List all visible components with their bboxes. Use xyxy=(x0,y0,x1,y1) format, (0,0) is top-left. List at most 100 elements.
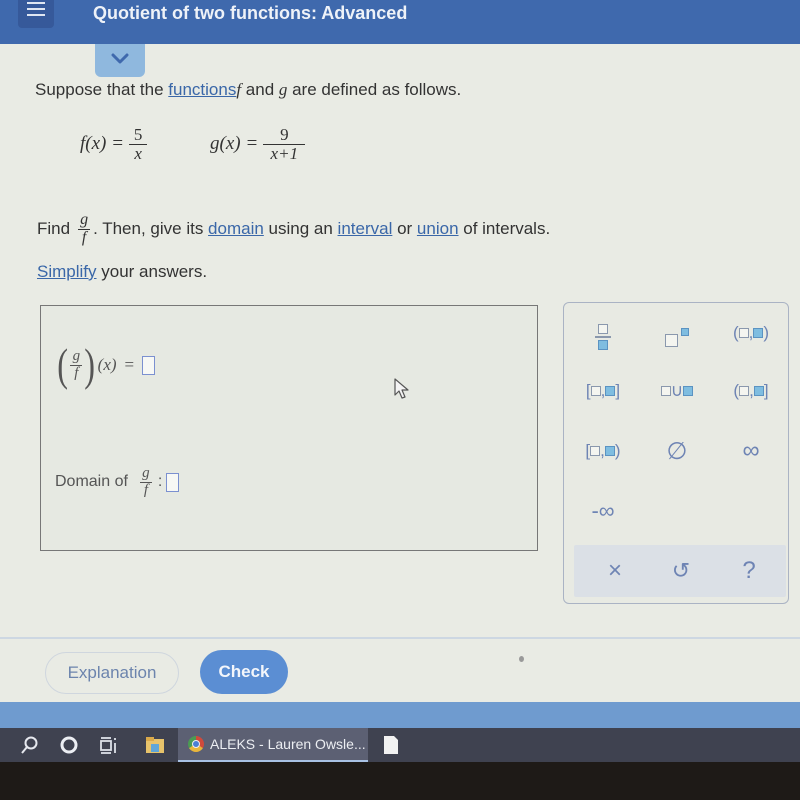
negative-infinity-key[interactable]: -∞ xyxy=(568,491,638,531)
infinity-icon: ∞ xyxy=(742,437,760,464)
your-answers-text: your answers. xyxy=(96,262,208,281)
f-denominator: x xyxy=(134,143,142,163)
help-icon: ? xyxy=(742,557,756,584)
instruction-text: . Then, give its domain using an interva… xyxy=(93,219,550,239)
power-box xyxy=(681,327,689,336)
notepad-taskbar-button[interactable] xyxy=(376,728,406,762)
folder-icon xyxy=(146,737,164,753)
simplify-line: Simplify your answers. xyxy=(37,262,207,282)
domain-row: Domain of g f : xyxy=(55,465,180,499)
right-paren: ) xyxy=(84,339,96,390)
chrome-icon xyxy=(188,736,204,752)
negative-infinity-icon: -∞ xyxy=(591,498,615,523)
right-box xyxy=(753,386,764,396)
interval-link[interactable]: interval xyxy=(338,219,393,238)
fraction-icon xyxy=(595,324,611,350)
task-view-icon xyxy=(100,737,116,754)
open-interval-icon: (,) xyxy=(732,323,770,342)
search-icon xyxy=(21,736,38,754)
domain-link[interactable]: domain xyxy=(208,219,264,238)
undo-button[interactable]: ↺ xyxy=(646,551,716,591)
quotient-fraction: g f xyxy=(70,347,83,382)
exponent-icon xyxy=(665,327,689,347)
f-numerator: 5 xyxy=(133,125,143,144)
hamburger-icon xyxy=(27,2,45,4)
right-box xyxy=(604,446,615,456)
domain-denominator: f xyxy=(143,481,148,498)
task-view-button[interactable] xyxy=(94,728,124,762)
footer-divider xyxy=(0,637,800,639)
instruction-line: Find g f . Then, give its domain using a… xyxy=(37,211,550,247)
cortana-button[interactable] xyxy=(54,728,84,762)
left-box xyxy=(590,386,601,396)
screen-bezel xyxy=(0,762,800,800)
g-definition: g(x) = 9 x+1 xyxy=(210,126,306,163)
keypad-actions: × ↺ ? xyxy=(574,545,786,597)
union-icon: ∪ xyxy=(660,381,694,401)
equals-sign: = xyxy=(124,355,135,374)
file-explorer-button[interactable] xyxy=(140,728,170,762)
page-bottom-bar xyxy=(0,702,800,728)
chevron-down-icon xyxy=(111,53,129,64)
numerator-box xyxy=(598,324,608,335)
functions-link[interactable]: functions xyxy=(168,80,236,99)
empty-set-key[interactable]: ∅ xyxy=(642,431,712,471)
find-text: Find xyxy=(37,219,71,239)
os-taskbar: ALEKS - Lauren Owsle... xyxy=(0,728,800,762)
fraction-key[interactable] xyxy=(568,317,638,357)
menu-button[interactable] xyxy=(18,0,54,28)
left-box xyxy=(739,386,750,396)
simplify-link[interactable]: Simplify xyxy=(37,262,97,281)
quotient-argument: (x) xyxy=(97,355,117,374)
domain-numerator: g xyxy=(142,465,150,481)
explanation-button[interactable]: Explanation xyxy=(45,652,179,694)
intro-after-text: are defined as follows. xyxy=(287,80,462,99)
math-keypad: (,) [,] ∪ (,] [,) ∅ ∞ -∞ × ↺ ? xyxy=(563,302,789,604)
and-text: and xyxy=(241,80,279,99)
fraction-bar xyxy=(595,336,611,338)
help-button[interactable]: ? xyxy=(714,551,784,591)
clear-button[interactable]: × xyxy=(580,551,650,591)
left-open-interval-key[interactable]: (,] xyxy=(716,371,786,411)
closed-interval-key[interactable]: [,] xyxy=(568,371,638,411)
left-open-interval-icon: (,] xyxy=(733,381,769,400)
union-link[interactable]: union xyxy=(417,219,459,238)
taskbar-app-aleks[interactable]: ALEKS - Lauren Owsle... xyxy=(178,728,368,762)
quotient-answer-input[interactable] xyxy=(142,355,156,375)
search-taskbar-button[interactable] xyxy=(14,728,44,762)
exponent-key[interactable] xyxy=(642,317,712,357)
domain-fraction: g f xyxy=(139,465,152,499)
domain-answer-input[interactable] xyxy=(166,472,180,492)
quotient-numerator: g xyxy=(72,347,81,364)
g-denominator: x+1 xyxy=(270,143,299,163)
infinity-key[interactable]: ∞ xyxy=(716,431,786,471)
collapse-button[interactable] xyxy=(95,44,145,77)
f-definition: f(x) = 5 x xyxy=(80,125,148,163)
right-box xyxy=(753,328,764,338)
close-icon: × xyxy=(607,557,622,584)
mouse-cursor-icon xyxy=(394,378,409,399)
g-lhs: g(x) xyxy=(210,133,241,155)
check-button[interactable]: Check xyxy=(200,650,288,694)
colon: : xyxy=(157,473,163,491)
quotient-denominator: f xyxy=(74,364,79,381)
hamburger-icon-line xyxy=(27,8,45,10)
right-box xyxy=(605,386,616,396)
g-fraction: 9 x+1 xyxy=(263,126,306,163)
g-over-f-fraction: g f xyxy=(78,211,91,247)
left-paren: ( xyxy=(57,339,69,390)
open-interval-key[interactable]: (,) xyxy=(716,313,786,353)
screen-speck xyxy=(519,656,524,662)
cortana-circle-icon xyxy=(60,736,78,754)
frac-denominator: f xyxy=(81,228,87,246)
right-open-interval-key[interactable]: [,) xyxy=(568,431,638,471)
closed-interval-icon: [,] xyxy=(585,381,621,400)
denominator-box xyxy=(598,339,608,350)
union-key[interactable]: ∪ xyxy=(642,371,712,411)
domain-label: Domain of xyxy=(55,473,128,491)
or-text: or xyxy=(392,219,417,239)
equals-sign: = xyxy=(112,133,124,155)
then-text: . Then, give its xyxy=(93,219,209,239)
hamburger-icon-line xyxy=(27,14,45,16)
frac-numerator: g xyxy=(80,211,89,228)
